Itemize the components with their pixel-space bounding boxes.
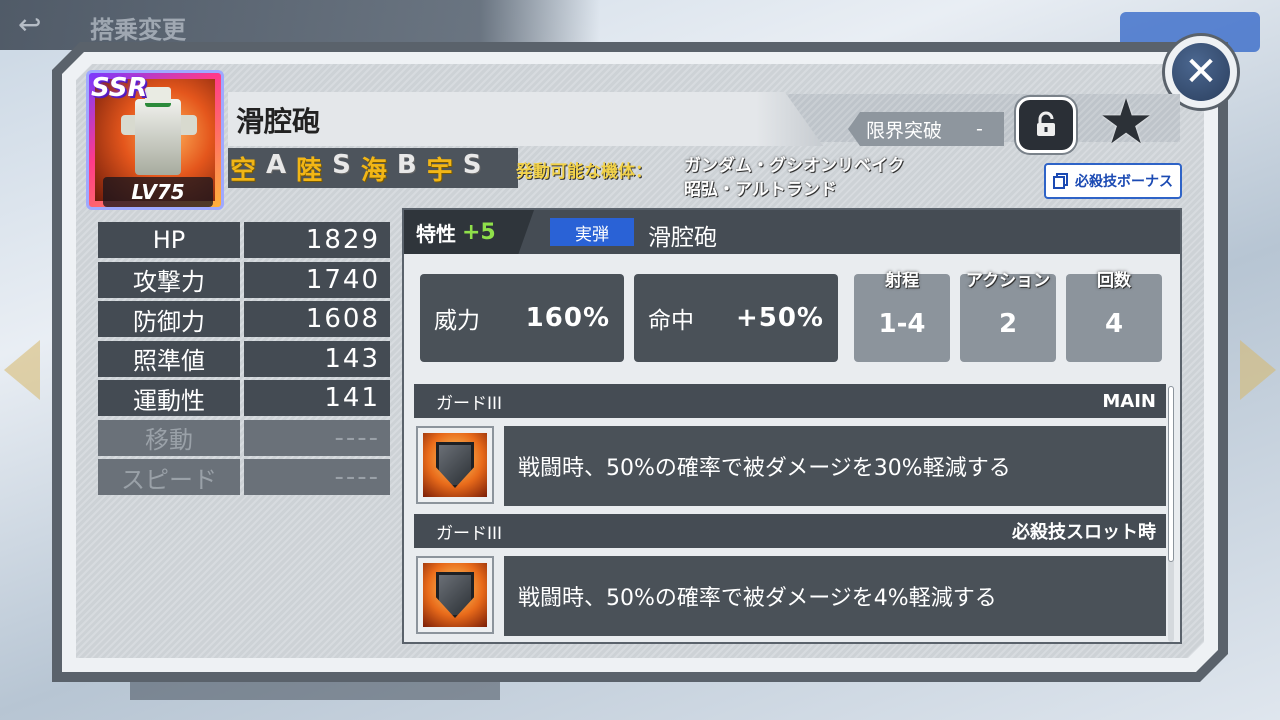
action-value: 2 [998, 309, 1018, 339]
range-box: 射程 1-4 [854, 271, 950, 362]
copy-icon [1053, 173, 1068, 189]
weapon-header: 特性 +5 実弾 滑腔砲 [404, 210, 1180, 254]
trait-value: +5 [462, 219, 496, 245]
terrain-grade: S [332, 150, 351, 180]
terrain-grade: S [462, 150, 482, 180]
power-value: 160% [525, 303, 610, 333]
stat-row: 運動性 141 [98, 380, 390, 416]
trait-tag: 特性 +5 [404, 210, 534, 254]
terrain-type: 宇 [426, 156, 453, 186]
special-bonus-label: 必殺技ボーナス [1075, 174, 1173, 190]
range-label: 射程 [885, 271, 919, 291]
trait-label: 特性 [416, 221, 456, 246]
next-arrow-icon [1240, 340, 1276, 400]
range-value: 1-4 [878, 309, 926, 339]
scrollbar-thumb[interactable] [1168, 386, 1174, 562]
stat-label: 照準値 [98, 340, 240, 377]
stat-value: ---- [244, 419, 390, 456]
stat-value: 1740 [244, 261, 390, 298]
close-icon[interactable]: ✕ [1172, 43, 1230, 101]
terrain-type: 海 [360, 156, 387, 186]
skill-description: 戦闘時、50%の確率で被ダメージを30%軽減する [504, 426, 1166, 506]
action-box: アクション 2 [960, 271, 1056, 362]
accuracy-value: +50% [735, 303, 824, 333]
limit-break-label: 限界突破 [866, 119, 943, 142]
weapon-panel: 特性 +5 実弾 滑腔砲 威力 160% 命中 +50% 射程 1-4 アクショ… [402, 208, 1182, 644]
skill-tag: 必殺技スロット時 [1012, 522, 1156, 543]
terrain-grade: A [266, 150, 287, 180]
count-value: 4 [1104, 309, 1124, 339]
skill-header: ガードIII 必殺技スロット時 [414, 514, 1166, 548]
background-title: 搭乗変更 [90, 16, 186, 44]
level-badge: LV75 [103, 177, 213, 207]
skills-scrollbar[interactable] [1168, 386, 1174, 642]
usable-unit: 昭弘・アルトランド [684, 180, 837, 200]
skill-icon-frame [416, 556, 494, 634]
unit-name: 滑腔砲 [236, 105, 321, 138]
stat-row: スピード ---- [98, 459, 390, 495]
power-box: 威力 160% [420, 274, 624, 362]
count-box: 回数 4 [1066, 271, 1162, 362]
rarity-badge: SSR [91, 73, 148, 103]
stat-label: 運動性 [98, 380, 240, 416]
skill-name: ガードIII [436, 523, 503, 544]
terrain-grade: B [396, 150, 417, 180]
accuracy-box: 命中 +50% [634, 274, 838, 362]
usable-units-label: 発動可能な機体： [516, 162, 652, 182]
limit-break-value: - [976, 118, 983, 140]
weapon-name: 滑腔砲 [648, 225, 717, 251]
skill-description: 戦闘時、50%の確率で被ダメージを4%軽減する [504, 556, 1166, 636]
guard-shield-icon [423, 563, 487, 627]
lock-icon[interactable] [1016, 97, 1076, 153]
skill-name: ガードIII [436, 393, 503, 414]
skill-tag: MAIN [1102, 390, 1156, 412]
stat-value: 1829 [244, 222, 390, 258]
ammo-type-badge: 実弾 [550, 218, 634, 246]
count-label: 回数 [1097, 271, 1131, 291]
stat-row: 防御力 1608 [98, 301, 390, 337]
terrain-ratings: 空A陸S海B宇S [230, 150, 482, 186]
stat-row: 攻撃力 1740 [98, 261, 390, 298]
stat-label: 防御力 [98, 301, 240, 337]
stat-label: 移動 [98, 419, 240, 456]
stat-row: 移動 ---- [98, 419, 390, 456]
favorite-star-icon[interactable]: ★ [1094, 90, 1158, 154]
stat-label: スピード [98, 459, 240, 495]
skill-icon-frame [416, 426, 494, 504]
stat-label: 攻撃力 [98, 261, 240, 298]
usable-units-list: ガンダム・グシオンリベイク 昭弘・アルトランド [684, 154, 905, 202]
special-bonus-button[interactable]: 必殺技ボーナス [1044, 163, 1182, 199]
stat-value: 1608 [244, 301, 390, 337]
skill-header: ガードIII MAIN [414, 384, 1166, 418]
terrain-type: 空 [230, 156, 257, 186]
stats-table: HP 1829 攻撃力 1740 防御力 1608 照準値 143 運動性 141 移動 ---- スピ… [98, 222, 390, 499]
power-label: 威力 [434, 308, 480, 334]
guard-shield-icon [423, 433, 487, 497]
stat-label: HP [98, 222, 240, 258]
accuracy-label: 命中 [648, 308, 694, 334]
stat-value: ---- [244, 459, 390, 495]
terrain-type: 陸 [296, 156, 323, 186]
action-label: アクション [965, 271, 1051, 291]
stat-value: 143 [244, 340, 390, 377]
stat-value: 141 [244, 380, 390, 416]
prev-arrow-icon [4, 340, 40, 400]
limit-break: 限界突破 - [848, 112, 1004, 146]
stat-row: 照準値 143 [98, 340, 390, 377]
stat-row: HP 1829 [98, 222, 390, 258]
usable-unit: ガンダム・グシオンリベイク [684, 156, 905, 176]
unit-card: SSR LV75 [86, 70, 224, 210]
back-arrow-icon: ↩ [18, 8, 42, 41]
